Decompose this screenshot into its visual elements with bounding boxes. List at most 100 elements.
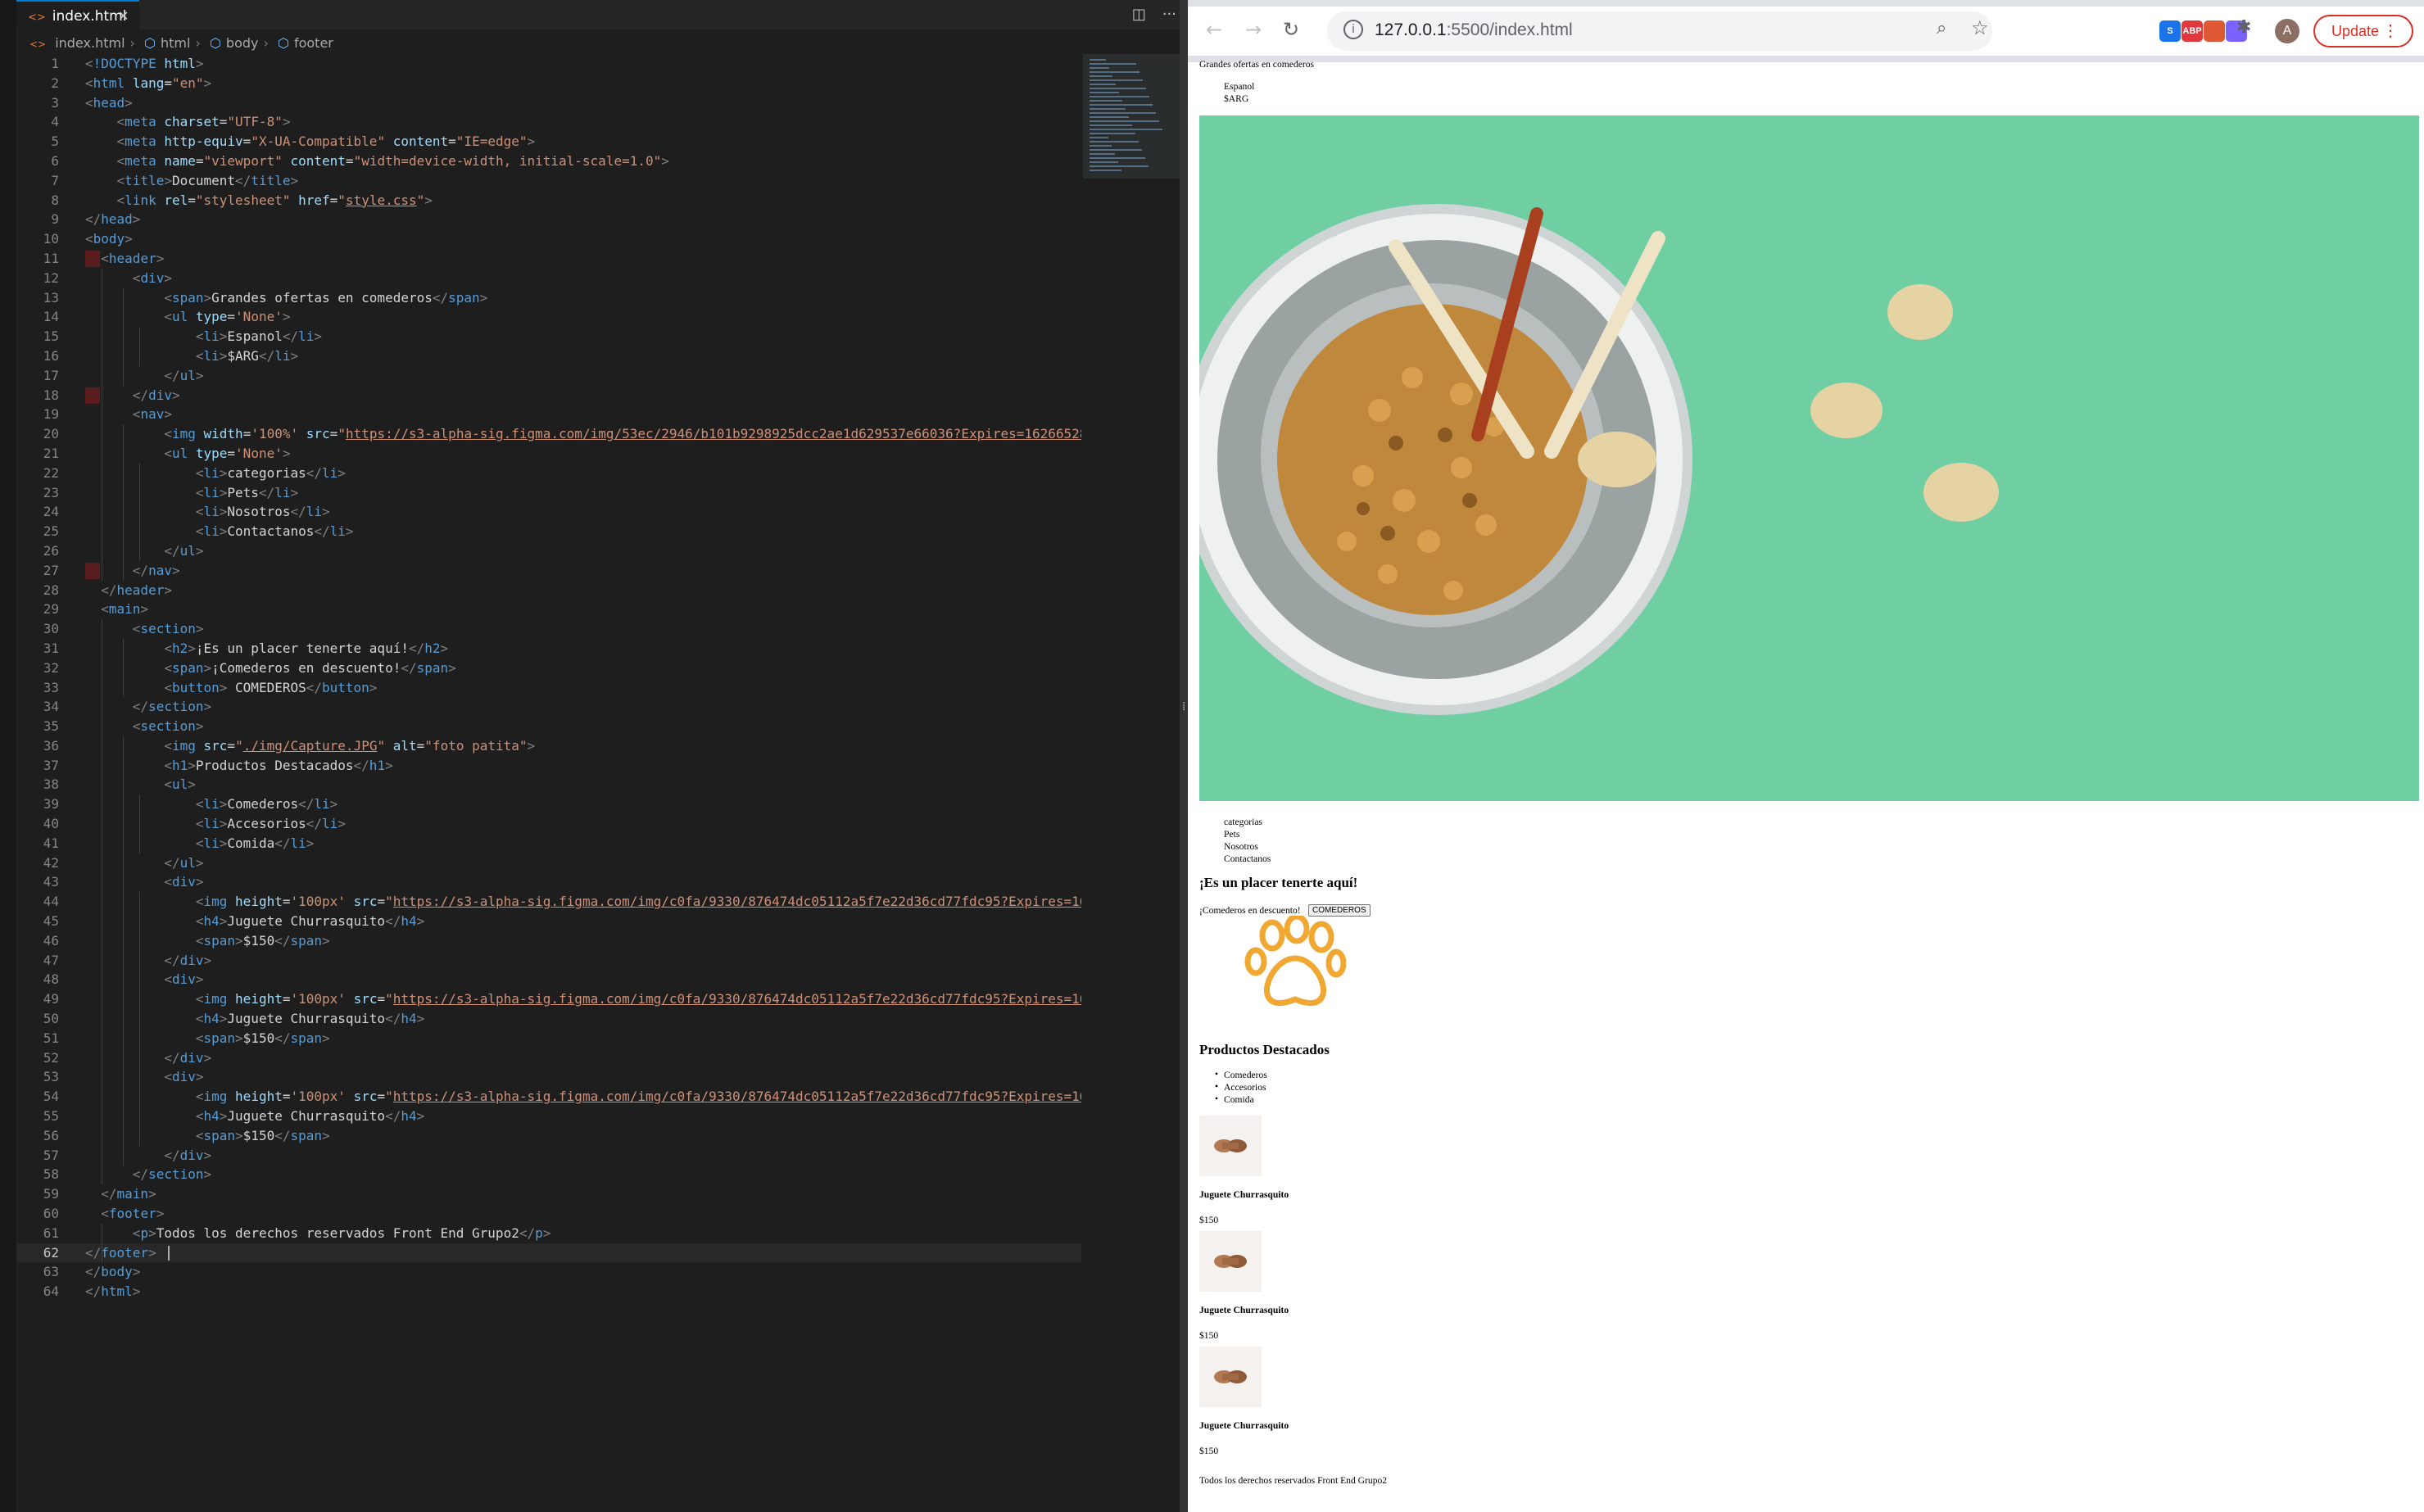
code-line[interactable]: 12 <div> xyxy=(16,269,1081,288)
code-line[interactable]: 49 <img height='100px' src="https://s3-a… xyxy=(16,989,1081,1009)
breadcrumb-item-file[interactable]: index.html xyxy=(55,35,125,51)
code-line[interactable]: 29 <main> xyxy=(16,600,1081,619)
comederos-button[interactable]: COMEDEROS xyxy=(1308,904,1371,917)
code-line[interactable]: 2 <html lang="en"> xyxy=(16,74,1081,93)
featured-heading: Productos Destacados xyxy=(1199,1042,1330,1057)
code-line[interactable]: 53 <div> xyxy=(16,1067,1081,1087)
code-line[interactable]: 21 <ul type='None'> xyxy=(16,444,1081,464)
s-extension-icon[interactable]: S xyxy=(2159,20,2181,42)
nav-item[interactable]: categorias xyxy=(1224,817,1262,827)
code-line[interactable]: 30 <section> xyxy=(16,619,1081,639)
code-line[interactable]: 26 </ul> xyxy=(16,541,1081,561)
code-line[interactable]: 34 </section> xyxy=(16,697,1081,717)
breadcrumb-item-html[interactable]: html xyxy=(161,35,190,51)
code-line[interactable]: 61 <p>Todos los derechos reservados Fron… xyxy=(16,1224,1081,1243)
code-line[interactable]: 23 <li>Pets</li> xyxy=(16,483,1081,503)
nav-item[interactable]: Contactanos xyxy=(1224,853,1271,864)
code-line[interactable]: 48 <div> xyxy=(16,970,1081,989)
code-line[interactable]: 31 <h2>¡Es un placer tenerte aquí!</h2> xyxy=(16,639,1081,659)
adblock-plus-icon[interactable]: ABP xyxy=(2182,20,2203,42)
back-icon[interactable]: ← xyxy=(1206,18,1222,41)
code-line[interactable]: 41 <li>Comida</li> xyxy=(16,834,1081,853)
code-line[interactable]: 4 <meta charset="UTF-8"> xyxy=(16,112,1081,132)
code-line[interactable]: 59 </main> xyxy=(16,1184,1081,1204)
code-text: <link rel="stylesheet" href="style.css"> xyxy=(116,192,433,208)
code-line[interactable]: 58 </section> xyxy=(16,1165,1081,1184)
code-line[interactable]: 22 <li>categorias</li> xyxy=(16,464,1081,483)
extensions-puzzle-icon[interactable]: ✱ xyxy=(2236,17,2251,38)
zoom-icon[interactable]: ⌕ xyxy=(1937,18,1946,38)
code-line[interactable]: 8 <link rel="stylesheet" href="style.css… xyxy=(16,191,1081,211)
breadcrumb-item-body[interactable]: body xyxy=(226,35,259,51)
code-line[interactable]: 50 <h4>Juguete Churrasquito</h4> xyxy=(16,1009,1081,1029)
code-line[interactable]: 54 <img height='100px' src="https://s3-a… xyxy=(16,1087,1081,1107)
code-line[interactable]: 60 <footer> xyxy=(16,1204,1081,1224)
code-area[interactable]: 1 <!DOCTYPE html> 2 <html lang="en"> 3 <head>… xyxy=(16,54,1081,1463)
minimap[interactable] xyxy=(1083,54,1180,179)
resize-grip-icon[interactable]: ⁞ xyxy=(1182,700,1185,713)
code-line[interactable]: 64 </html> xyxy=(16,1282,1081,1301)
site-info-icon[interactable]: i xyxy=(1343,20,1363,39)
code-line[interactable]: 5 <meta http-equiv="X-UA-Compatible" con… xyxy=(16,132,1081,152)
code-line[interactable]: 42 </ul> xyxy=(16,853,1081,873)
code-line[interactable]: 11 <header> xyxy=(16,249,1081,269)
code-line[interactable]: 9 </head> xyxy=(16,210,1081,229)
bookmark-star-icon[interactable]: ☆ xyxy=(1971,16,1989,39)
tab-index-html[interactable]: <> index.html ✕ xyxy=(16,0,139,29)
code-line[interactable]: 45 <h4>Juguete Churrasquito</h4> xyxy=(16,912,1081,931)
code-line[interactable]: 33 <button> COMEDEROS</button> xyxy=(16,678,1081,698)
code-line[interactable]: 19 <nav> xyxy=(16,405,1081,424)
avatar[interactable]: A xyxy=(2275,19,2299,43)
code-line[interactable]: 18 </div> xyxy=(16,386,1081,405)
address-bar[interactable]: i 127.0.0.1:5500/index.html ⌕ ☆ xyxy=(1327,11,1992,51)
code-line[interactable]: 13 <span>Grandes ofertas en comederos</s… xyxy=(16,288,1081,308)
code-line[interactable]: 15 <li>Espanol</li> xyxy=(16,327,1081,346)
code-line[interactable]: 40 <li>Accesorios</li> xyxy=(16,814,1081,834)
code-line[interactable]: 46 <span>$150</span> xyxy=(16,931,1081,951)
code-line[interactable]: 57 </div> xyxy=(16,1146,1081,1166)
code-line[interactable]: 7 <title>Document</title> xyxy=(16,171,1081,191)
code-editor[interactable]: <> index.html ✕ ◫ ··· <> index.html › ⬡ html… xyxy=(0,0,1188,1512)
code-line[interactable]: 28 </header> xyxy=(16,581,1081,600)
breadcrumb-item-footer[interactable]: footer xyxy=(294,35,333,51)
code-line[interactable]: 44 <img height='100px' src="https://s3-a… xyxy=(16,892,1081,912)
forward-icon[interactable]: → xyxy=(1245,18,1262,41)
code-line[interactable]: 1 <!DOCTYPE html> xyxy=(16,54,1081,74)
code-line[interactable]: 43 <div> xyxy=(16,872,1081,892)
code-line[interactable]: 17 </ul> xyxy=(16,366,1081,386)
close-tab-icon[interactable]: ✕ xyxy=(118,2,129,31)
code-line[interactable]: 3 <head> xyxy=(16,93,1081,113)
more-actions-icon[interactable]: ··· xyxy=(1162,6,1176,23)
split-editor-icon[interactable]: ◫ xyxy=(1132,6,1146,23)
code-text: <h4>Juguete Churrasquito</h4> xyxy=(195,1108,425,1125)
code-line[interactable]: 25 <li>Contactanos</li> xyxy=(16,522,1081,541)
update-button[interactable]: Update ⋮ xyxy=(2313,15,2413,48)
nav-item[interactable]: Nosotros xyxy=(1224,841,1258,852)
code-line[interactable]: 32 <span>¡Comederos en descuento!</span> xyxy=(16,659,1081,678)
code-line[interactable]: 14 <ul type='None'> xyxy=(16,307,1081,327)
reload-icon[interactable]: ↻ xyxy=(1283,18,1299,41)
code-line[interactable]: 20 <img width='100%' src="https://s3-alp… xyxy=(16,424,1081,444)
code-line[interactable]: 52 </div> xyxy=(16,1048,1081,1068)
duckduckgo-icon[interactable] xyxy=(2204,20,2225,42)
code-text: <span>$150</span> xyxy=(195,932,330,948)
code-line[interactable]: 35 <section> xyxy=(16,717,1081,736)
code-line[interactable]: 37 <h1>Productos Destacados</h1> xyxy=(16,756,1081,776)
code-line[interactable]: 62 </footer> xyxy=(16,1243,1081,1263)
code-line[interactable]: 27 </nav> xyxy=(16,561,1081,581)
code-line[interactable]: 47 </div> xyxy=(16,951,1081,971)
code-line[interactable]: 63 </body> xyxy=(16,1262,1081,1282)
code-line[interactable]: 10 <body> xyxy=(16,229,1081,249)
code-line[interactable]: 51 <span>$150</span> xyxy=(16,1029,1081,1048)
code-line[interactable]: 36 <img src="./img/Capture.JPG" alt="fot… xyxy=(16,736,1081,756)
nav-item[interactable]: Pets xyxy=(1224,829,1239,840)
code-text: <img height='100px' src="https://s3-alph… xyxy=(195,991,1081,1007)
code-line[interactable]: 56 <span>$150</span> xyxy=(16,1126,1081,1146)
code-line[interactable]: 38 <ul> xyxy=(16,775,1081,794)
code-line[interactable]: 39 <li>Comederos</li> xyxy=(16,794,1081,814)
code-line[interactable]: 55 <h4>Juguete Churrasquito</h4> xyxy=(16,1107,1081,1126)
code-line[interactable]: 16 <li>$ARG</li> xyxy=(16,346,1081,366)
url-text[interactable]: 127.0.0.1:5500/index.html xyxy=(1375,20,1573,40)
code-line[interactable]: 6 <meta name="viewport" content="width=d… xyxy=(16,152,1081,171)
code-line[interactable]: 24 <li>Nosotros</li> xyxy=(16,502,1081,522)
